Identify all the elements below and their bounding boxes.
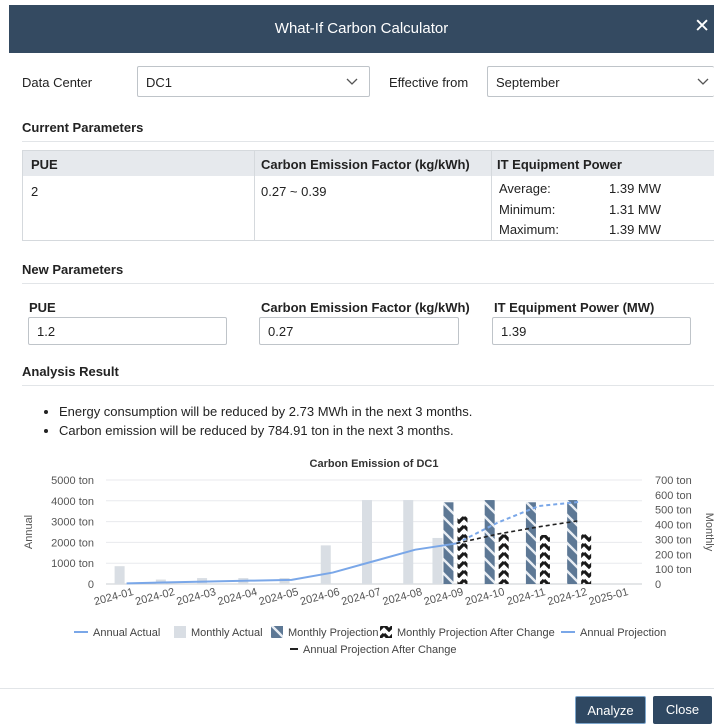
bar-monthly-projection-after-change [539,534,550,584]
y-right-tick-label: 300 ton [655,534,692,546]
current-factor-value: 0.27 ~ 0.39 [261,184,327,199]
analysis-result-title: Analysis Result [22,364,119,379]
legend-monthly-projection-after-change-swatch [380,626,392,638]
legend-monthly-projection-label: Monthly Projection [288,627,379,639]
dialog-title: What-If Carbon Calculator [274,20,449,37]
column-header-factor: Carbon Emission Factor (kg/kWh) [261,157,470,172]
x-tick-label: 2024-06 [299,586,341,608]
legend-annual-actual-label: Annual Actual [93,627,160,639]
y-right-tick-label: 400 ton [655,520,692,532]
power-maximum-value: 1.39 MW [609,222,662,237]
column-header-pue: PUE [31,157,58,172]
list-item: Energy consumption will be reduced by 2.… [59,402,472,421]
data-center-value: DC1 [146,75,173,90]
x-tick-label: 2024-12 [546,586,588,608]
power-average-value: 1.39 MW [609,181,662,196]
effective-from-select[interactable]: September [487,66,714,97]
it-power-input[interactable] [492,317,691,345]
y-right-tick-label: 500 ton [655,505,692,517]
current-parameters-table: PUE Carbon Emission Factor (kg/kWh) IT E… [22,150,714,241]
y-left-axis-label: Annual [23,515,35,549]
x-tick-label: 2024-01 [93,586,135,608]
legend-annual-projection-after-change-label: Annual Projection After Change [303,644,457,656]
y-left-tick-label: 2000 ton [51,537,94,549]
bar-monthly-projection [567,500,578,584]
x-tick-label: 2024-07 [340,586,382,608]
y-left-tick-label: 5000 ton [51,475,94,487]
effective-from-value: September [496,75,560,90]
bar-monthly-projection [525,502,536,584]
data-center-label: Data Center [22,75,93,90]
chart-title: Carbon Emission of DC1 [310,458,439,470]
bar-monthly-projection-after-change [457,516,468,584]
y-left-tick-label: 4000 ton [51,496,94,508]
new-pue-label: PUE [29,300,56,315]
divider [254,151,255,240]
x-tick-label: 2024-09 [423,586,465,608]
y-left-tick-label: 3000 ton [51,517,94,529]
y-right-tick-label: 0 [655,579,661,591]
power-minimum-label: Minimum: [499,202,556,217]
power-maximum-label: Maximum: [499,222,559,237]
x-tick-label: 2024-05 [258,586,300,608]
chevron-down-icon [697,78,709,85]
current-pue-value: 2 [31,184,39,199]
power-minimum-value: 1.31 MW [609,202,662,217]
y-left-tick-label: 0 [88,579,94,591]
new-parameters-title: New Parameters [22,262,124,277]
new-factor-label: Carbon Emission Factor (kg/kWh) [261,300,470,315]
divider [22,141,714,142]
carbon-emission-chart: Carbon Emission of DC1 0 1000 ton 2000 ton 3… [14,452,714,682]
list-item: Carbon emission will be reduced by 784.9… [59,421,472,440]
data-center-select[interactable]: DC1 [137,66,370,97]
y-right-tick-label: 100 ton [655,564,692,576]
effective-from-label: Effective from [389,75,469,90]
bar-monthly-actual [114,566,125,584]
bar-monthly-projection-after-change [581,534,592,584]
analyze-button[interactable]: Analyze [575,696,646,724]
bar-monthly-actual [362,500,372,584]
x-tick-label: 2024-04 [216,586,258,608]
analysis-result-list: Energy consumption will be reduced by 2.… [47,402,472,440]
divider [22,385,714,386]
power-average-label: Average: [499,181,551,196]
x-tick-label: 2024-11 [505,586,546,608]
column-header-power: IT Equipment Power [497,157,622,172]
footer-divider [0,688,714,689]
divider [22,283,714,284]
chart-canvas: Carbon Emission of DC1 0 1000 ton 2000 ton 3… [23,458,714,656]
carbon-factor-input-field[interactable] [260,318,458,344]
x-tick-label: 2024-10 [464,586,506,608]
legend-monthly-projection-swatch [271,626,283,638]
line-annual-projection-after-change [456,519,581,545]
bar-monthly-actual [320,545,331,584]
y-right-tick-label: 600 ton [655,490,692,502]
chevron-down-icon [346,78,358,85]
close-button[interactable]: Close [653,696,712,724]
x-tick-label: 2024-02 [134,586,176,608]
legend-monthly-actual-label: Monthly Actual [191,627,263,639]
carbon-factor-input[interactable] [259,317,459,345]
x-tick-label: 2024-08 [381,586,423,608]
x-tick-label: 2025-01 [588,586,630,608]
new-power-label: IT Equipment Power (MW) [494,300,655,315]
it-power-input-field[interactable] [493,318,690,344]
pue-input[interactable] [28,317,227,345]
legend-annual-projection-label: Annual Projection [580,627,666,639]
bar-monthly-actual [403,500,414,584]
y-left-tick-label: 1000 ton [51,558,94,570]
bar-monthly-projection [484,500,495,584]
legend-monthly-projection-after-change-label: Monthly Projection After Change [397,627,555,639]
y-right-tick-label: 200 ton [655,549,692,561]
y-right-tick-label: 700 ton [655,475,692,487]
dialog-titlebar: What-If Carbon Calculator ✕ [9,5,714,53]
x-tick-label: 2024-03 [175,586,217,608]
legend-monthly-actual-swatch [174,626,186,638]
y-right-axis-label: Monthly [703,513,714,552]
close-icon[interactable]: ✕ [694,17,710,37]
bar-monthly-projection-after-change [498,534,509,584]
pue-input-field[interactable] [29,318,226,344]
divider [491,151,492,240]
current-parameters-title: Current Parameters [22,120,144,135]
